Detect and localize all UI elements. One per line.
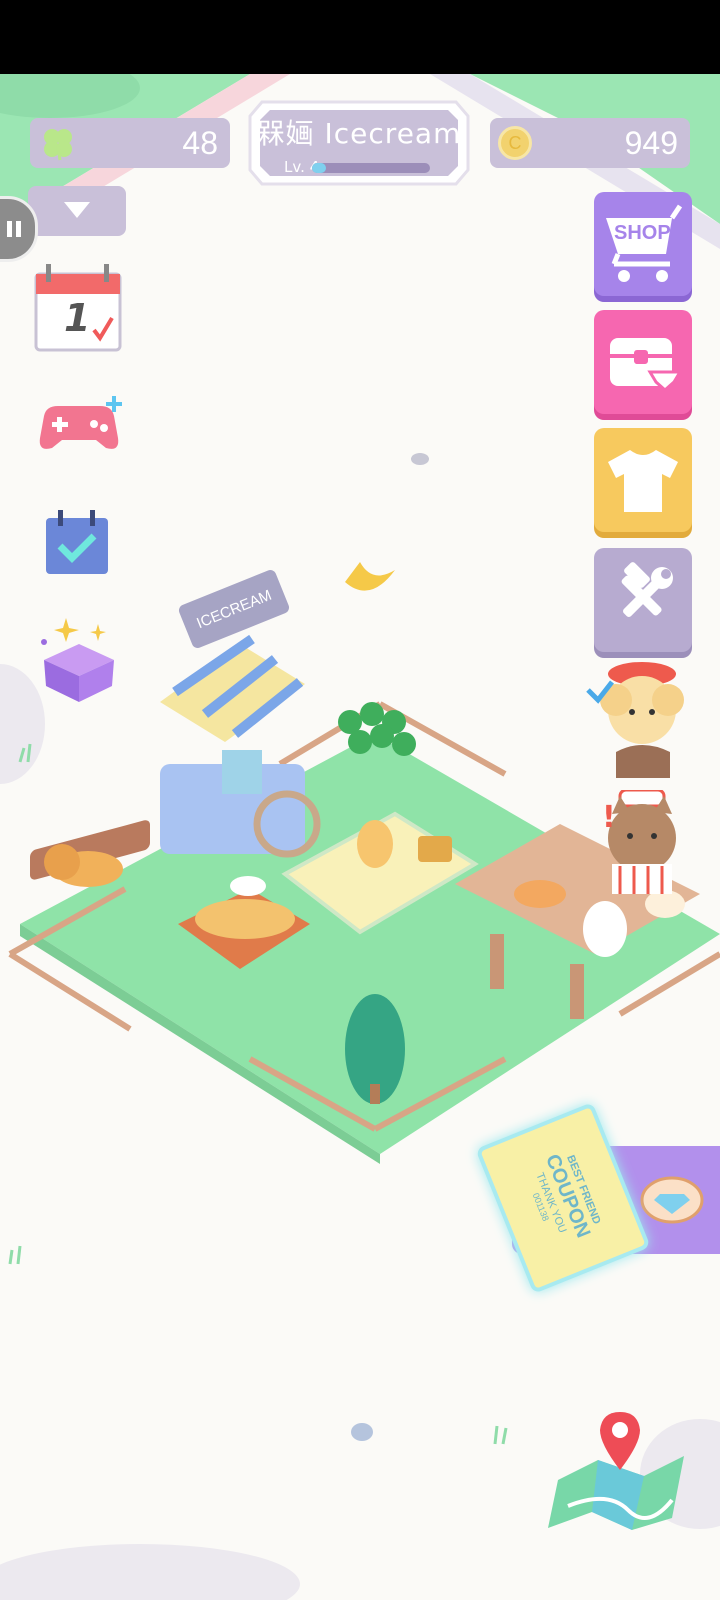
daily-calendar-button[interactable]: 1	[34, 262, 122, 352]
location-pin-icon	[600, 1412, 640, 1470]
alert-exclamation-icon: !	[602, 800, 616, 835]
add-game-button[interactable]	[34, 396, 124, 456]
status-bar	[0, 0, 720, 74]
shop-button[interactable]: SHOP	[594, 192, 692, 296]
clover-count: 48	[182, 124, 218, 161]
dog-sleeping	[195, 899, 295, 939]
coin-icon: C	[498, 126, 532, 160]
clover-counter[interactable]: 48	[30, 118, 230, 168]
shiba-sitting	[357, 820, 393, 868]
pause-icon	[7, 221, 21, 237]
treasure-chest-icon	[610, 338, 683, 393]
poodle-character[interactable]	[586, 660, 696, 780]
shop-label: SHOP	[614, 222, 671, 244]
hammer-wrench-icon	[621, 562, 673, 617]
coin-counter[interactable]: C 949	[490, 118, 690, 168]
clover-icon	[44, 129, 72, 161]
shop-name: 槑婳 Icecream	[256, 117, 462, 150]
level-progress-bar	[312, 163, 430, 173]
coin-count: 949	[624, 124, 678, 161]
shop-title-plate[interactable]: 槑婳 Icecream Lv. 4	[248, 98, 470, 188]
world-map-button[interactable]	[548, 1410, 692, 1530]
menu-dropdown-button[interactable]	[28, 186, 126, 236]
build-tools-button[interactable]	[594, 548, 692, 652]
treasure-chest-button[interactable]	[594, 310, 692, 414]
banana-peel	[345, 562, 395, 591]
calendar-day: 1	[64, 296, 91, 340]
wardrobe-button[interactable]	[594, 428, 692, 532]
chevron-down-icon	[64, 202, 90, 218]
checklist-icon	[46, 518, 108, 574]
gift-box-button[interactable]	[36, 614, 122, 704]
cat-table	[514, 880, 566, 908]
coin-symbol: C	[508, 132, 522, 153]
task-checklist-button[interactable]	[44, 508, 110, 576]
t-shirt-icon	[608, 450, 678, 512]
side-tab-button[interactable]	[0, 196, 38, 262]
white-cat	[583, 901, 627, 957]
level-progress-fill	[312, 163, 327, 173]
